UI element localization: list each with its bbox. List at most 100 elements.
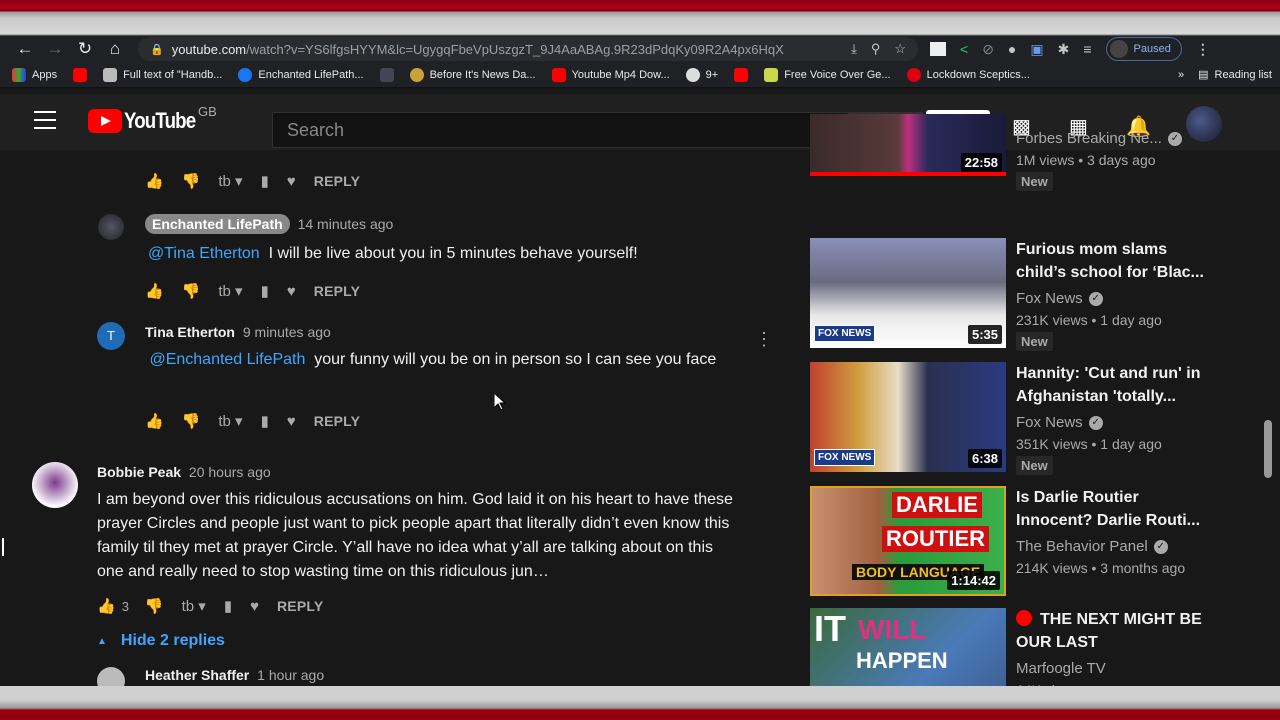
comment-time[interactable]: 20 hours ago bbox=[189, 464, 271, 480]
reading-list-icon: ▤ bbox=[1198, 69, 1209, 81]
dislike-icon[interactable]: 👎 bbox=[182, 412, 201, 430]
heart-icon[interactable]: ♥ bbox=[287, 173, 296, 190]
tubebuddy-menu-icon[interactable]: tb ▾ bbox=[182, 597, 206, 615]
back-button[interactable]: ← bbox=[10, 36, 40, 62]
voice-icon bbox=[764, 67, 779, 82]
comment-time[interactable]: 1 hour ago bbox=[257, 667, 324, 683]
stats-icon[interactable]: ▮ bbox=[261, 172, 269, 190]
video-title[interactable]: Hannity: 'Cut and run' in Afghanistan 't… bbox=[1016, 362, 1206, 408]
channel-name[interactable]: The Behavior Panel ✓ bbox=[1016, 538, 1168, 555]
reading-list-button[interactable]: ▤ Reading list bbox=[1198, 68, 1272, 82]
dislike-icon[interactable]: 👎 bbox=[182, 172, 201, 190]
mention-link[interactable]: @Tina Etherton bbox=[148, 245, 260, 262]
address-bar[interactable]: 🔒 youtube.com /watch?v=YS6lfgsHYYM&lc=Ug… bbox=[138, 37, 918, 61]
heart-icon[interactable]: ♥ bbox=[287, 413, 296, 430]
bookmark-globe[interactable]: 9+ bbox=[685, 67, 718, 82]
video-thumbnail[interactable]: IT WILL HAPPEN bbox=[810, 608, 1006, 686]
video-title[interactable]: Furious mom slams child’s school for ‘Bl… bbox=[1016, 238, 1206, 284]
reply-button[interactable]: REPLY bbox=[314, 413, 360, 429]
like-count: 3 bbox=[121, 598, 129, 614]
heart-icon[interactable]: ♥ bbox=[250, 598, 259, 615]
reply-button[interactable]: REPLY bbox=[314, 173, 360, 189]
channel-name[interactable]: Marfoogle TV bbox=[1016, 660, 1106, 677]
video-title[interactable]: Is Darlie Routier Innocent? Darlie Routi… bbox=[1016, 486, 1206, 532]
related-video[interactable]: FOX NEWS 5:35 Furious mom slams child’s … bbox=[810, 238, 1210, 351]
video-thumbnail[interactable]: FOX NEWS 5:35 bbox=[810, 238, 1006, 348]
avatar[interactable] bbox=[32, 462, 78, 508]
tubebuddy-menu-icon[interactable]: tb ▾ bbox=[218, 172, 242, 190]
comment-actions: 👍 👎 tb ▾ ▮ ♥ REPLY bbox=[145, 412, 360, 431]
channel-name[interactable]: Fox News ✓ bbox=[1016, 290, 1103, 307]
author-name[interactable]: Enchanted LifePath bbox=[145, 214, 290, 234]
zoom-icon[interactable]: ⚲ bbox=[871, 41, 881, 57]
reply-button[interactable]: REPLY bbox=[277, 598, 323, 614]
author-name[interactable]: Heather Shaffer bbox=[145, 667, 249, 683]
like-icon[interactable]: 👍 bbox=[145, 172, 164, 190]
stats-icon[interactable]: ▮ bbox=[261, 412, 269, 430]
like-icon[interactable]: 👍 bbox=[97, 597, 116, 615]
related-video[interactable]: DARLIE ROUTIER BODY LANGUAGE 1:14:42 Is … bbox=[810, 486, 1210, 596]
tubebuddy-menu-icon[interactable]: tb ▾ bbox=[218, 412, 242, 430]
video-thumbnail[interactable]: FOX NEWS 6:38 bbox=[810, 362, 1006, 472]
reply-button[interactable]: REPLY bbox=[314, 283, 360, 299]
install-icon[interactable]: ⤓ bbox=[851, 41, 857, 57]
bookmark-full-text[interactable]: Full text of "Handb... bbox=[103, 67, 222, 82]
dislike-icon[interactable]: 👎 bbox=[182, 282, 201, 300]
extensions-puzzle-icon[interactable]: ✱ bbox=[1058, 41, 1070, 58]
channel-name[interactable]: Fox News ✓ bbox=[1016, 414, 1103, 431]
comment-time[interactable]: 9 minutes ago bbox=[243, 324, 331, 340]
bookmark-free-voice-over[interactable]: Free Voice Over Ge... bbox=[764, 67, 891, 82]
apps-grid-icon bbox=[12, 67, 26, 82]
page-scrollbar[interactable] bbox=[1264, 420, 1272, 478]
video-title[interactable]: THE NEXT MIGHT BE OUR LAST bbox=[1016, 608, 1206, 654]
dislike-icon[interactable]: 👎 bbox=[145, 597, 164, 615]
stats-icon[interactable]: ▮ bbox=[224, 597, 232, 615]
video-thumbnail[interactable]: DARLIE ROUTIER BODY LANGUAGE 1:14:42 bbox=[810, 486, 1006, 596]
profile-button[interactable]: Paused bbox=[1105, 37, 1182, 61]
share-extension-icon[interactable]: < bbox=[960, 41, 968, 57]
like-icon[interactable]: 👍 bbox=[145, 412, 164, 430]
verified-icon: ✓ bbox=[1088, 416, 1103, 431]
stats-icon[interactable]: ▮ bbox=[261, 282, 269, 300]
forward-button[interactable]: → bbox=[40, 36, 70, 62]
comment-more-icon[interactable]: ⋮ bbox=[755, 330, 773, 348]
comment-time[interactable]: 14 minutes ago bbox=[298, 216, 394, 232]
avatar[interactable]: T bbox=[97, 322, 125, 350]
video-duration: 1:14:42 bbox=[947, 571, 1000, 590]
ebay-extension-icon[interactable] bbox=[930, 42, 946, 56]
bookmark-channel[interactable] bbox=[379, 67, 394, 82]
avatar[interactable] bbox=[98, 214, 124, 240]
bookmark-apps[interactable]: Apps bbox=[12, 67, 57, 82]
browser-window: ← → ↻ ⌂ 🔒 youtube.com /watch?v=YS6lfgsHY… bbox=[0, 36, 1280, 686]
reload-button[interactable]: ↻ bbox=[70, 36, 100, 62]
bookmark-enchanted-lifepath[interactable]: Enchanted LifePath... bbox=[238, 67, 364, 82]
bookmark-youtube[interactable] bbox=[73, 67, 88, 82]
globe-extension-icon[interactable]: ● bbox=[1008, 41, 1016, 57]
author-name[interactable]: Bobbie Peak bbox=[97, 464, 181, 480]
channel-name[interactable]: Forbes Breaking Ne... ✓ bbox=[1016, 130, 1182, 147]
bookmark-youtube-2[interactable] bbox=[734, 67, 749, 82]
avatar[interactable] bbox=[97, 667, 125, 686]
thumb-text: HAPPEN bbox=[856, 648, 948, 673]
like-icon[interactable]: 👍 bbox=[145, 282, 164, 300]
mention-link[interactable]: @Enchanted LifePath bbox=[149, 351, 305, 368]
bookmark-star-icon[interactable]: ☆ bbox=[894, 41, 906, 57]
author-name[interactable]: Tina Etherton bbox=[145, 324, 235, 340]
bookmark-before-its-news[interactable]: Before It's News Da... bbox=[409, 67, 536, 82]
hide-replies-button[interactable]: ▲ Hide 2 replies bbox=[97, 632, 225, 650]
related-video[interactable]: FOX NEWS 6:38 Hannity: 'Cut and run' in … bbox=[810, 362, 1210, 475]
browser-menu-icon[interactable]: ⋮ bbox=[1196, 41, 1210, 58]
blocked-extension-icon[interactable]: ⊘ bbox=[982, 41, 994, 58]
bookmark-lockdown-sceptics[interactable]: Lockdown Sceptics... bbox=[906, 67, 1030, 82]
screen-extension-icon[interactable]: ▣ bbox=[1030, 41, 1043, 58]
heart-icon[interactable]: ♥ bbox=[287, 283, 296, 300]
bookmark-youtube-mp4[interactable]: Youtube Mp4 Dow... bbox=[551, 67, 670, 82]
media-control-icon[interactable]: ≡ bbox=[1083, 41, 1091, 57]
video-thumbnail[interactable]: 22:58 bbox=[810, 114, 1006, 176]
home-button[interactable]: ⌂ bbox=[100, 36, 130, 62]
related-video[interactable]: 22:58 Forbes Breaking Ne... ✓ 1M views • … bbox=[810, 114, 1210, 191]
related-video[interactable]: IT WILL HAPPEN THE NEXT MIGHT BE OUR LAS… bbox=[810, 608, 1210, 686]
browser-toolbar: ← → ↻ ⌂ 🔒 youtube.com /watch?v=YS6lfgsHY… bbox=[0, 36, 1280, 62]
tubebuddy-menu-icon[interactable]: tb ▾ bbox=[218, 282, 242, 300]
more-bookmarks-button[interactable]: » bbox=[1178, 69, 1184, 81]
